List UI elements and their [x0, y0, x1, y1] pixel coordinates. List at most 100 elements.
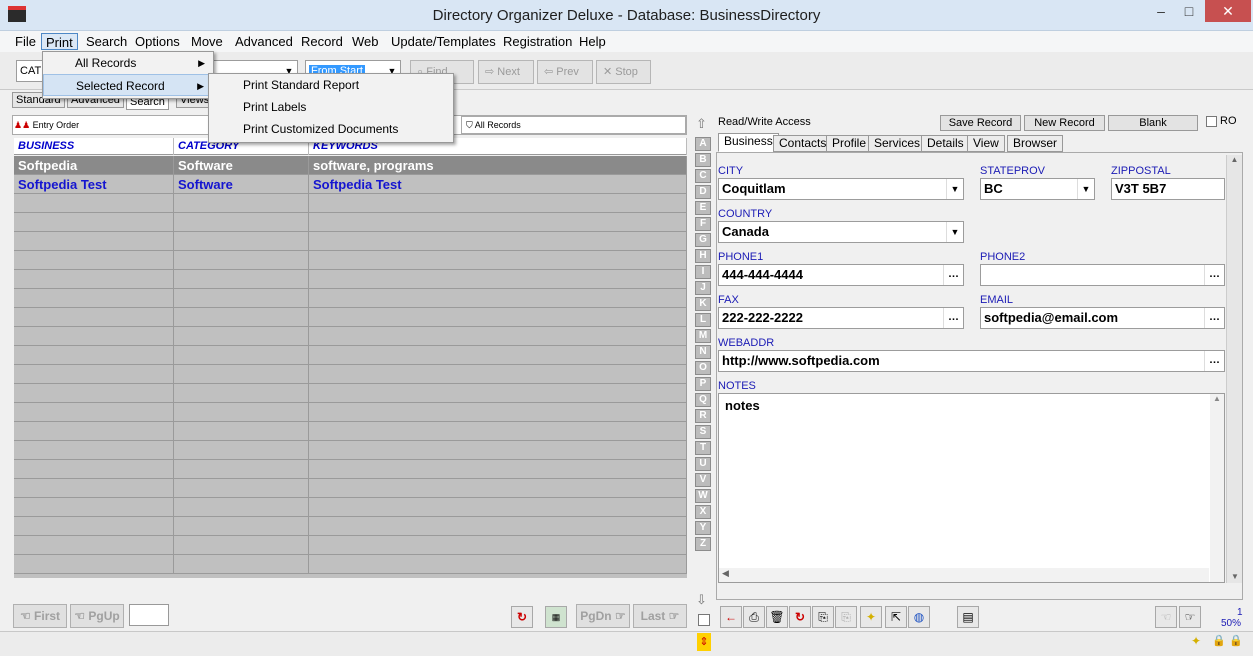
detail-scrollbar[interactable]: ▲ ▼: [1226, 155, 1242, 583]
minimize-button[interactable]: –: [1148, 0, 1174, 22]
letter-b[interactable]: B: [695, 153, 711, 167]
entry-order-button[interactable]: ♟♟ Entry Order: [14, 118, 79, 132]
menu-help[interactable]: Help: [575, 33, 610, 50]
tab-services[interactable]: Services: [868, 135, 927, 152]
tab-profile[interactable]: Profile: [826, 135, 873, 152]
report-icon[interactable]: ▤: [957, 606, 979, 628]
new-record-button[interactable]: New Record: [1024, 115, 1105, 131]
email-field[interactable]: softpedia@email.com …: [980, 307, 1225, 329]
phone2-field[interactable]: …: [980, 264, 1225, 286]
letter-i[interactable]: I: [695, 265, 711, 279]
prev-button[interactable]: ⇦ Prev: [537, 60, 593, 84]
menu-web[interactable]: Web: [348, 33, 383, 50]
trash-icon[interactable]: 🗑: [766, 606, 788, 628]
blank-button[interactable]: Blank: [1108, 115, 1198, 131]
menu-item-print-labels[interactable]: Print Labels: [209, 96, 453, 118]
scroll-up-arrow-icon[interactable]: ▲: [1227, 155, 1242, 164]
letter-p[interactable]: P: [695, 377, 711, 391]
letter-t[interactable]: T: [695, 441, 711, 455]
letter-w[interactable]: W: [695, 489, 711, 503]
letter-f[interactable]: F: [695, 217, 711, 231]
col-business[interactable]: BUSINESS: [14, 138, 174, 155]
ellipsis-icon[interactable]: …: [1204, 351, 1224, 371]
country-select[interactable]: Canada ▼: [718, 221, 964, 243]
webaddr-field[interactable]: http://www.softpedia.com …: [718, 350, 1225, 372]
table-row[interactable]: Softpedia Test Software Softpedia Test: [14, 175, 687, 194]
pgup-button[interactable]: ☜ PgUp: [70, 604, 124, 628]
fax-field[interactable]: 222-222-2222 …: [718, 307, 964, 329]
maximize-button[interactable]: □: [1176, 0, 1202, 22]
menu-item-print-customized-documents[interactable]: Print Customized Documents: [209, 118, 453, 140]
export-icon[interactable]: ⇱: [885, 606, 907, 628]
letter-v[interactable]: V: [695, 473, 711, 487]
refresh-icon[interactable]: ↻: [511, 606, 533, 628]
letter-g[interactable]: G: [695, 233, 711, 247]
split-arrows-icon[interactable]: ⇕: [697, 633, 711, 651]
letter-l[interactable]: L: [695, 313, 711, 327]
close-button[interactable]: ✕: [1205, 0, 1251, 22]
tab-details[interactable]: Details: [921, 135, 970, 152]
scroll-down-arrow-icon[interactable]: ▼: [1227, 572, 1243, 581]
all-records-button[interactable]: ⛉ All Records: [461, 116, 686, 134]
copy-record-icon[interactable]: ⎘: [812, 606, 834, 628]
chevron-down-icon[interactable]: ▼: [946, 222, 963, 242]
tab-view[interactable]: View: [967, 135, 1005, 152]
pgdn-button[interactable]: PgDn ☞: [576, 604, 630, 628]
zippostal-field[interactable]: V3T 5B7: [1111, 178, 1225, 200]
print-icon[interactable]: ⎙: [743, 606, 765, 628]
chevron-left-icon[interactable]: ◀: [719, 568, 729, 578]
next-button[interactable]: ⇨ Next: [478, 60, 534, 84]
ellipsis-icon[interactable]: …: [1204, 308, 1224, 328]
city-select[interactable]: Coquitlam ▼: [718, 178, 964, 200]
menu-search[interactable]: Search: [82, 33, 131, 50]
letter-o[interactable]: O: [695, 361, 711, 375]
scroll-up-icon[interactable]: ⇧: [696, 116, 707, 132]
letter-m[interactable]: M: [695, 329, 711, 343]
refresh-icon[interactable]: ↻: [789, 606, 811, 628]
letter-u[interactable]: U: [695, 457, 711, 471]
next-record-icon[interactable]: ☞: [1179, 606, 1201, 628]
menu-update-templates[interactable]: Update/Templates: [387, 33, 500, 50]
lightbulb-icon[interactable]: ✦: [860, 606, 882, 628]
letter-x[interactable]: X: [695, 505, 711, 519]
letter-n[interactable]: N: [695, 345, 711, 359]
stop-button[interactable]: ✕ Stop: [596, 60, 651, 84]
menu-item-all-records[interactable]: All Records ▶: [43, 52, 213, 74]
scroll-down-icon[interactable]: ⇩: [696, 592, 707, 608]
chevron-up-icon[interactable]: ▲: [1210, 394, 1224, 403]
letter-z[interactable]: Z: [695, 537, 711, 551]
menu-item-print-standard-report[interactable]: Print Standard Report: [209, 74, 453, 96]
notes-textarea[interactable]: notes ▲ ◀: [718, 393, 1225, 583]
panel-checkbox[interactable]: [698, 614, 710, 626]
abc-grid-icon[interactable]: ▦: [545, 606, 567, 628]
paste-record-icon[interactable]: ⎘: [835, 606, 857, 628]
menu-move[interactable]: Move: [187, 33, 227, 50]
menu-advanced[interactable]: Advanced: [231, 33, 297, 50]
letter-s[interactable]: S: [695, 425, 711, 439]
tab-contacts[interactable]: Contacts: [773, 135, 833, 152]
letter-y[interactable]: Y: [695, 521, 711, 535]
chevron-down-icon[interactable]: ▼: [1077, 179, 1094, 199]
letter-e[interactable]: E: [695, 201, 711, 215]
menu-print[interactable]: Print: [41, 33, 78, 50]
letter-a[interactable]: A: [695, 137, 711, 151]
ro-checkbox[interactable]: [1206, 116, 1217, 127]
notes-hscroll[interactable]: ◀: [719, 568, 1209, 582]
letter-h[interactable]: H: [695, 249, 711, 263]
stateprov-select[interactable]: BC ▼: [980, 178, 1095, 200]
notes-scrollbar[interactable]: ▲: [1210, 394, 1224, 582]
first-button[interactable]: ☜ First: [13, 604, 67, 628]
ellipsis-icon[interactable]: …: [1204, 265, 1224, 285]
globe-icon[interactable]: ◍: [908, 606, 930, 628]
records-grid[interactable]: Softpedia Software software, programs So…: [14, 156, 687, 578]
menu-file[interactable]: File: [11, 33, 40, 50]
tab-browser[interactable]: Browser: [1007, 135, 1064, 152]
letter-d[interactable]: D: [695, 185, 711, 199]
menu-options[interactable]: Options: [131, 33, 184, 50]
chevron-down-icon[interactable]: ▼: [946, 179, 963, 199]
letter-k[interactable]: K: [695, 297, 711, 311]
save-record-button[interactable]: Save Record: [940, 115, 1021, 131]
menu-record[interactable]: Record: [297, 33, 347, 50]
table-row[interactable]: Softpedia Software software, programs: [14, 156, 687, 175]
last-button[interactable]: Last ☞: [633, 604, 687, 628]
